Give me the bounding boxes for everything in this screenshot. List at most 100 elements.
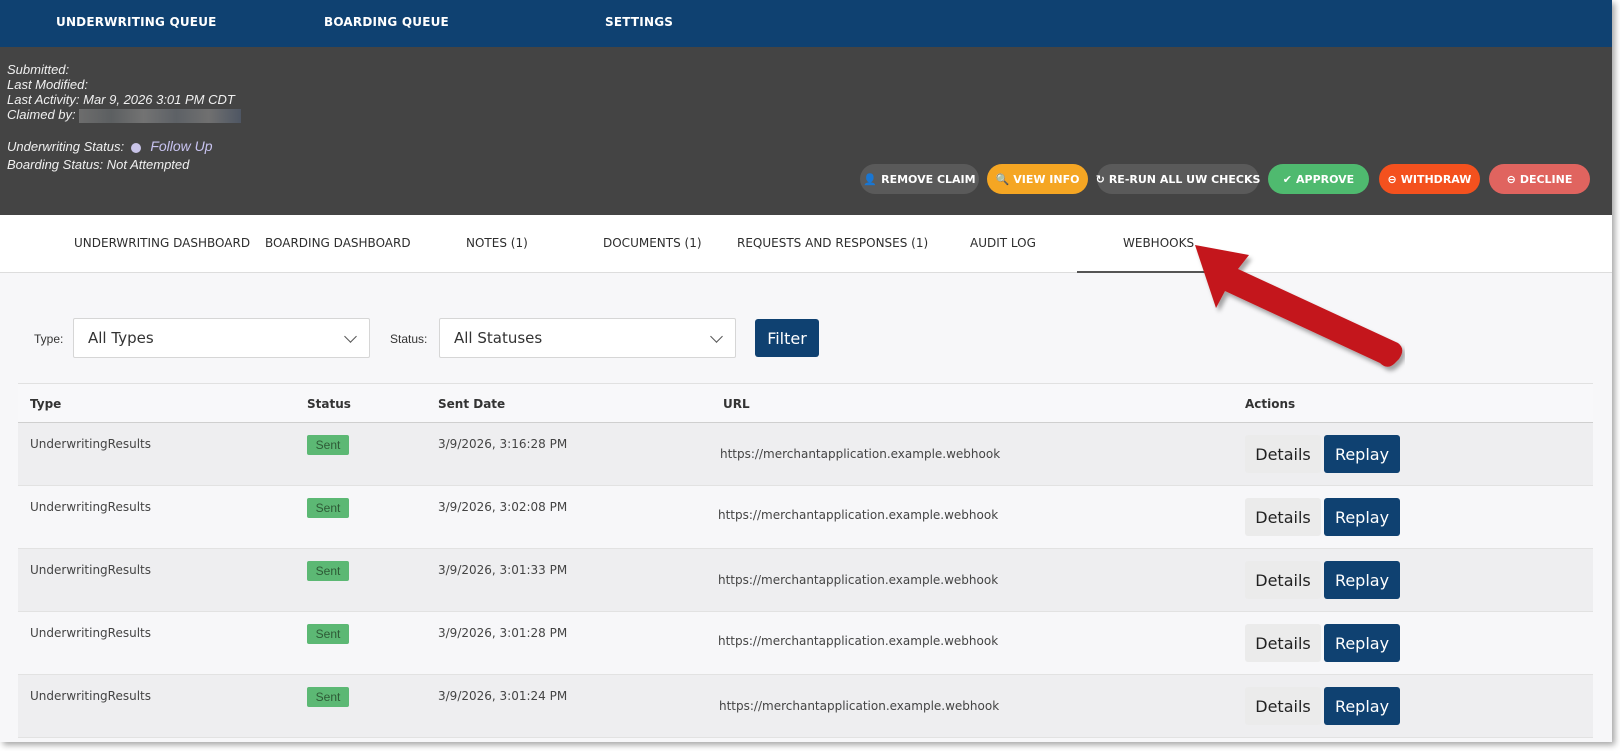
replay-button[interactable]: Replay (1324, 624, 1400, 662)
type-filter-value: All Types (88, 329, 154, 347)
decline-label: DECLINE (1519, 172, 1573, 186)
status-badge: Sent (307, 498, 349, 518)
header-sent-date: Sent Date (438, 397, 506, 411)
table-header: Type Status Sent Date URL Actions (18, 383, 1593, 423)
details-button[interactable]: Details (1245, 498, 1321, 536)
uw-status-line: Underwriting Status: Follow Up (7, 138, 213, 154)
cell-type: UnderwritingResults (30, 563, 151, 577)
user-remove-icon: 👤 (863, 172, 878, 186)
status-filter-value: All Statuses (454, 329, 543, 347)
search-icon: 🔍 (995, 172, 1010, 186)
app-window: UNDERWRITING QUEUE BOARDING QUEUE SETTIN… (0, 0, 1612, 742)
application-header: Submitted: Last Modified: Last Activity:… (0, 47, 1612, 215)
claimed-by-label: Claimed by: (7, 107, 76, 122)
submitted-label: Submitted: (7, 62, 70, 77)
cell-url: https://merchantapplication.example.webh… (718, 508, 999, 522)
uw-status-label: Underwriting Status: (7, 139, 125, 154)
table-row: UnderwritingResults Sent 3/9/2026, 3:01:… (18, 612, 1593, 675)
approve-button[interactable]: ✔ APPROVE (1268, 164, 1369, 194)
details-button[interactable]: Details (1245, 561, 1321, 599)
cell-url: https://merchantapplication.example.webh… (719, 699, 1000, 713)
details-button[interactable]: Details (1245, 435, 1321, 473)
cell-sent-date: 3/9/2026, 3:01:24 PM (438, 689, 568, 703)
minus-circle-icon: ⊖ (1506, 172, 1516, 186)
table-row: UnderwritingResults Sent 3/9/2026, 3:16:… (18, 423, 1593, 486)
remove-claim-label: REMOVE CLAIM (881, 172, 976, 186)
webhooks-table: Type Status Sent Date URL Actions Underw… (18, 383, 1593, 738)
decline-button[interactable]: ⊖ DECLINE (1489, 164, 1590, 194)
submitted-line: Submitted: (7, 62, 69, 77)
status-badge: Sent (307, 624, 349, 644)
uw-status-value[interactable]: Follow Up (150, 138, 212, 154)
cell-url: https://merchantapplication.example.webh… (718, 634, 999, 648)
cell-type: UnderwritingResults (30, 626, 151, 640)
rerun-uw-checks-label: RE-RUN ALL UW CHECKS (1108, 172, 1261, 186)
rerun-uw-checks-button[interactable]: ↻ RE-RUN ALL UW CHECKS (1095, 164, 1261, 194)
check-icon: ✔ (1282, 172, 1292, 186)
chevron-down-icon (344, 330, 357, 343)
replay-button[interactable]: Replay (1324, 561, 1400, 599)
cell-type: UnderwritingResults (30, 689, 151, 703)
header-url: URL (723, 397, 750, 411)
remove-claim-button[interactable]: 👤 REMOVE CLAIM (860, 164, 979, 194)
tab-underwriting-dashboard[interactable]: UNDERWRITING DASHBOARD (74, 236, 250, 250)
tab-documents[interactable]: DOCUMENTS (1) (603, 236, 702, 250)
tab-audit-log[interactable]: AUDIT LOG (970, 236, 1036, 250)
status-badge: Sent (307, 435, 349, 455)
top-nav: UNDERWRITING QUEUE BOARDING QUEUE SETTIN… (0, 0, 1612, 47)
cell-sent-date: 3/9/2026, 3:01:28 PM (438, 626, 568, 640)
header-type: Type (30, 397, 62, 411)
header-status: Status (307, 397, 351, 411)
status-badge: Sent (307, 561, 349, 581)
cell-type: UnderwritingResults (30, 437, 151, 451)
boarding-status-line: Boarding Status: Not Attempted (7, 157, 189, 172)
nav-underwriting-queue[interactable]: UNDERWRITING QUEUE (56, 15, 217, 29)
chevron-down-icon (710, 330, 723, 343)
annotation-arrow-icon (1195, 245, 1403, 367)
view-info-button[interactable]: 🔍 VIEW INFO (987, 164, 1088, 194)
cell-url: https://merchantapplication.example.webh… (718, 573, 999, 587)
tab-requests-and-responses[interactable]: REQUESTS AND RESPONSES (1) (737, 236, 928, 250)
refresh-icon: ↻ (1095, 172, 1105, 186)
cell-sent-date: 3/9/2026, 3:01:33 PM (438, 563, 568, 577)
type-filter-label: Type: (34, 332, 64, 346)
last-activity-value: Mar 9, 2026 3:01 PM CDT (83, 92, 235, 107)
table-row: UnderwritingResults Sent 3/9/2026, 3:01:… (18, 549, 1593, 612)
last-modified-line: Last Modified: (7, 77, 88, 92)
replay-button[interactable]: Replay (1324, 435, 1400, 473)
withdraw-button[interactable]: ⊖ WITHDRAW (1379, 164, 1480, 194)
status-badge: Sent (307, 687, 349, 707)
last-modified-label: Last Modified: (7, 77, 88, 92)
table-row: UnderwritingResults Sent 3/9/2026, 3:02:… (18, 486, 1593, 549)
cell-sent-date: 3/9/2026, 3:16:28 PM (438, 437, 568, 451)
header-actions: Actions (1245, 397, 1296, 411)
cell-url: https://merchantapplication.example.webh… (720, 447, 1001, 461)
filter-button[interactable]: Filter (755, 319, 819, 357)
approve-label: APPROVE (1296, 172, 1355, 186)
view-info-label: VIEW INFO (1013, 172, 1080, 186)
nav-boarding-queue[interactable]: BOARDING QUEUE (324, 15, 449, 29)
replay-button[interactable]: Replay (1324, 498, 1400, 536)
details-button[interactable]: Details (1245, 687, 1321, 725)
last-activity-label: Last Activity: (7, 92, 80, 107)
replay-button[interactable]: Replay (1324, 687, 1400, 725)
tab-webhooks[interactable]: WEBHOOKS (1123, 236, 1194, 250)
tab-boarding-dashboard[interactable]: BOARDING DASHBOARD (265, 236, 411, 250)
minus-circle-icon: ⊖ (1387, 172, 1397, 186)
status-dot-icon (130, 142, 141, 153)
details-button[interactable]: Details (1245, 624, 1321, 662)
status-filter-label: Status: (390, 332, 428, 346)
status-filter-select[interactable]: All Statuses (439, 318, 736, 358)
claimed-by-line: Claimed by: (7, 107, 242, 123)
cell-sent-date: 3/9/2026, 3:02:08 PM (438, 500, 568, 514)
tab-notes[interactable]: NOTES (1) (466, 236, 528, 250)
withdraw-label: WITHDRAW (1400, 172, 1472, 186)
cell-type: UnderwritingResults (30, 500, 151, 514)
nav-settings[interactable]: SETTINGS (605, 15, 673, 29)
table-row: UnderwritingResults Sent 3/9/2026, 3:01:… (18, 675, 1593, 738)
type-filter-select[interactable]: All Types (73, 318, 370, 358)
last-activity-line: Last Activity: Mar 9, 2026 3:01 PM CDT (7, 92, 235, 107)
boarding-status-value: Not Attempted (106, 157, 190, 172)
boarding-status-label: Boarding Status: (7, 157, 104, 172)
redacted-claimant (79, 108, 242, 123)
